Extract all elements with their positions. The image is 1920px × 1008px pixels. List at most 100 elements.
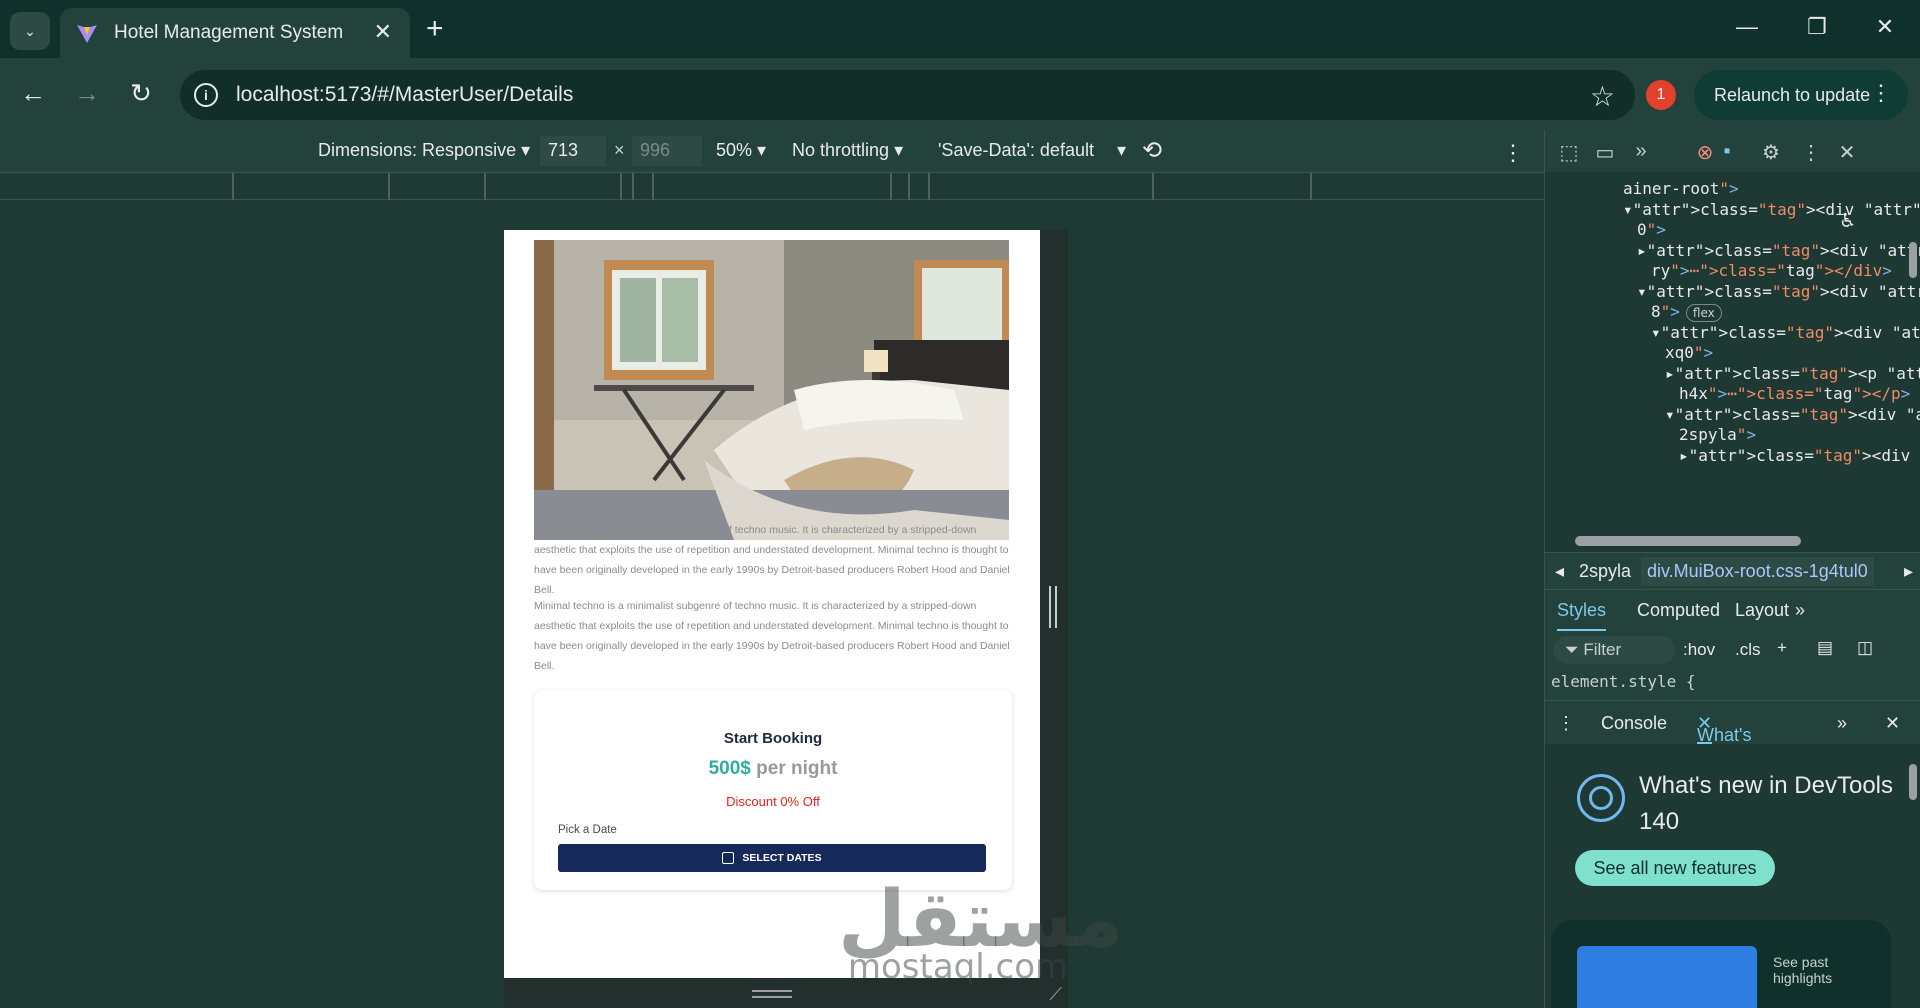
- restore-icon[interactable]: ❐: [1802, 14, 1832, 40]
- close-window-icon[interactable]: ✕: [1870, 14, 1900, 40]
- calendar-icon: [722, 852, 735, 864]
- accessibility-icon[interactable]: ♿: [1841, 208, 1854, 233]
- highlights-card[interactable]: See past highlights: [1551, 920, 1891, 1008]
- resize-corner-icon[interactable]: ⟋: [1049, 984, 1062, 1005]
- height-input[interactable]: 996: [632, 136, 702, 166]
- crumb-left-icon[interactable]: ◂: [1555, 561, 1564, 582]
- dom-node-line[interactable]: ▸"attr">class="tag"><div "attr">class="M…: [1679, 443, 1920, 468]
- highlight-thumbnail: [1577, 946, 1757, 1008]
- relaunch-button[interactable]: Relaunch to update ⋮: [1694, 70, 1908, 120]
- forward-arrow-icon[interactable]: →: [72, 78, 102, 108]
- price-amount: 500$: [708, 758, 751, 779]
- rotate-icon[interactable]: ⟲: [1142, 136, 1162, 165]
- page-content: Minimal techno is a minimalist subgenre …: [504, 230, 1040, 978]
- pick-date-label: Pick a Date: [558, 824, 617, 836]
- price-unit: per night: [756, 758, 838, 779]
- minimize-icon[interactable]: —: [1732, 14, 1762, 40]
- dom-scrollbar[interactable]: [1907, 212, 1919, 552]
- save-data-label: 'Save-Data': default: [938, 140, 1094, 160]
- more-tabs-icon[interactable]: »: [1629, 140, 1653, 163]
- zoom-label: 50%: [716, 140, 753, 160]
- filter-placeholder: Filter: [1583, 640, 1622, 659]
- tab-title: Hotel Management System: [114, 22, 344, 43]
- chrome-devtools-logo-icon: [1577, 774, 1625, 822]
- discount-label: Discount 0% Off: [726, 794, 820, 809]
- breadcrumb: ◂ 2spyla div.MuiBox-root.css-1g4tul0 ▸: [1545, 552, 1920, 590]
- tab-strip: ⌄ Hotel Management System ✕ + — ❐ ✕: [0, 0, 1920, 58]
- card-text: See past highlights: [1773, 954, 1833, 986]
- whats-new-panel: What's new in DevTools 140 See all new f…: [1545, 744, 1920, 1008]
- device-toggle-icon[interactable]: ▭: [1593, 140, 1617, 165]
- width-input[interactable]: 713: [540, 136, 606, 166]
- drawer-tab-bar: ⋮ Console What's new ✕ » ✕: [1545, 700, 1920, 766]
- sidebar-toggle-icon[interactable]: ◫: [1857, 638, 1873, 658]
- description-paragraph-2: Minimal techno is a minimalist subgenre …: [534, 600, 1010, 672]
- styles-filter-input[interactable]: ⏷ Filter: [1553, 636, 1675, 664]
- tab-search-button[interactable]: ⌄: [10, 12, 50, 50]
- throttling-label: No throttling: [792, 140, 890, 160]
- hov-toggle[interactable]: :hov: [1683, 640, 1715, 660]
- emulated-viewport: Minimal techno is a minimalist subgenre …: [0, 200, 1544, 1008]
- cls-toggle[interactable]: .cls: [1735, 640, 1761, 660]
- price-per-night: 500$ per night: [534, 758, 1012, 780]
- close-drawer-icon[interactable]: ✕: [1885, 713, 1900, 734]
- see-all-features-button[interactable]: See all new features: [1575, 850, 1775, 886]
- tab-console[interactable]: Console: [1601, 713, 1667, 734]
- save-data-dropdown[interactable]: 'Save-Data': default ▾: [938, 140, 1126, 161]
- dimensions-dropdown[interactable]: Dimensions: Responsive ▾: [318, 140, 530, 161]
- zoom-dropdown[interactable]: 50% ▾: [716, 140, 766, 161]
- message-icon[interactable]: ▪: [1715, 140, 1739, 163]
- dom-node-line[interactable]: ▾"attr">class="tag"><div "attr">class="M…: [1623, 197, 1920, 222]
- styles-filter-row: ⏷ Filter :hov .cls + ▤ ◫: [1545, 630, 1920, 668]
- breadcrumb-item-2[interactable]: div.MuiBox-root.css-1g4tul0: [1641, 557, 1874, 586]
- bookmark-star-icon[interactable]: ☆: [1590, 80, 1615, 113]
- inspect-element-icon[interactable]: ⬚: [1557, 140, 1581, 165]
- address-bar[interactable]: i localhost:5173/#/MasterUser/Details ☆: [180, 70, 1635, 120]
- new-rule-icon[interactable]: +: [1777, 638, 1787, 658]
- breadcrumb-item-1[interactable]: 2spyla: [1579, 561, 1631, 582]
- devtools-toolbar: ⬚ ▭ » ⊗ ▪ ⚙ ⋮ ✕: [1545, 130, 1920, 172]
- whats-new-title: What's new in DevTools 140: [1639, 772, 1894, 835]
- new-tab-button[interactable]: +: [426, 14, 444, 44]
- throttling-dropdown[interactable]: No throttling ▾: [792, 140, 903, 161]
- select-dates-button[interactable]: SELECT DATES: [558, 844, 986, 872]
- device-toolbar: Dimensions: Responsive ▾ 713 × 996 50% ▾…: [0, 130, 1544, 172]
- reload-icon[interactable]: ↻: [126, 78, 156, 108]
- browser-tab[interactable]: Hotel Management System ✕: [60, 8, 410, 58]
- tab-whats-new[interactable]: What's new ✕: [1697, 713, 1751, 766]
- styles-tab-bar: Styles Computed Layout »: [1545, 590, 1920, 631]
- more-vert-icon[interactable]: ⋮: [1870, 80, 1892, 106]
- paint-icon[interactable]: ▤: [1817, 638, 1833, 658]
- whats-new-scrollbar[interactable]: [1907, 750, 1919, 1000]
- tab-layout[interactable]: Layout: [1735, 600, 1789, 621]
- watermark: مستقل mostaql.com: [838, 880, 1123, 984]
- element-style-rule[interactable]: element.style {: [1551, 672, 1696, 691]
- url-text[interactable]: localhost:5173/#/MasterUser/Details: [236, 83, 573, 107]
- settings-gear-icon[interactable]: ⚙: [1759, 140, 1783, 165]
- devtools-more-icon[interactable]: ⋮: [1799, 140, 1823, 165]
- site-info-icon[interactable]: i: [194, 83, 218, 107]
- more-drawer-tabs-icon[interactable]: »: [1837, 713, 1847, 734]
- device-more-icon[interactable]: ⋮: [1502, 140, 1524, 166]
- devtools-panel: ⬚ ▭ » ⊗ ▪ ⚙ ⋮ ✕ ainer-root"> ▾"attr">clas…: [1544, 130, 1920, 1008]
- times-symbol: ×: [614, 140, 625, 160]
- back-arrow-icon[interactable]: ←: [18, 78, 48, 108]
- close-devtools-icon[interactable]: ✕: [1835, 140, 1859, 165]
- close-tab-icon[interactable]: ✕: [374, 21, 392, 43]
- crumb-right-icon[interactable]: ▸: [1904, 561, 1913, 582]
- drawer-menu-icon[interactable]: ⋮: [1557, 713, 1575, 734]
- notification-badge[interactable]: 1: [1646, 80, 1676, 110]
- browser-toolbar: ← → ↻ i localhost:5173/#/MasterUser/Deta…: [0, 58, 1920, 130]
- media-query-ruler[interactable]: [0, 172, 1544, 200]
- room-photo: [534, 240, 1009, 540]
- booking-title: Start Booking: [723, 730, 823, 747]
- dom-horizontal-scrollbar[interactable]: [1545, 530, 1920, 552]
- viewport-resize-handle-right[interactable]: [1040, 230, 1068, 978]
- more-style-tabs-icon[interactable]: »: [1795, 600, 1805, 621]
- error-icon[interactable]: ⊗: [1693, 140, 1717, 165]
- dimensions-label: Dimensions: Responsive: [318, 140, 517, 160]
- dom-tree[interactable]: ainer-root"> ▾"attr">class="tag"><div "at…: [1545, 172, 1920, 552]
- select-dates-label: SELECT DATES: [742, 852, 822, 864]
- tab-computed[interactable]: Computed: [1637, 600, 1720, 621]
- tab-styles[interactable]: Styles: [1557, 600, 1607, 631]
